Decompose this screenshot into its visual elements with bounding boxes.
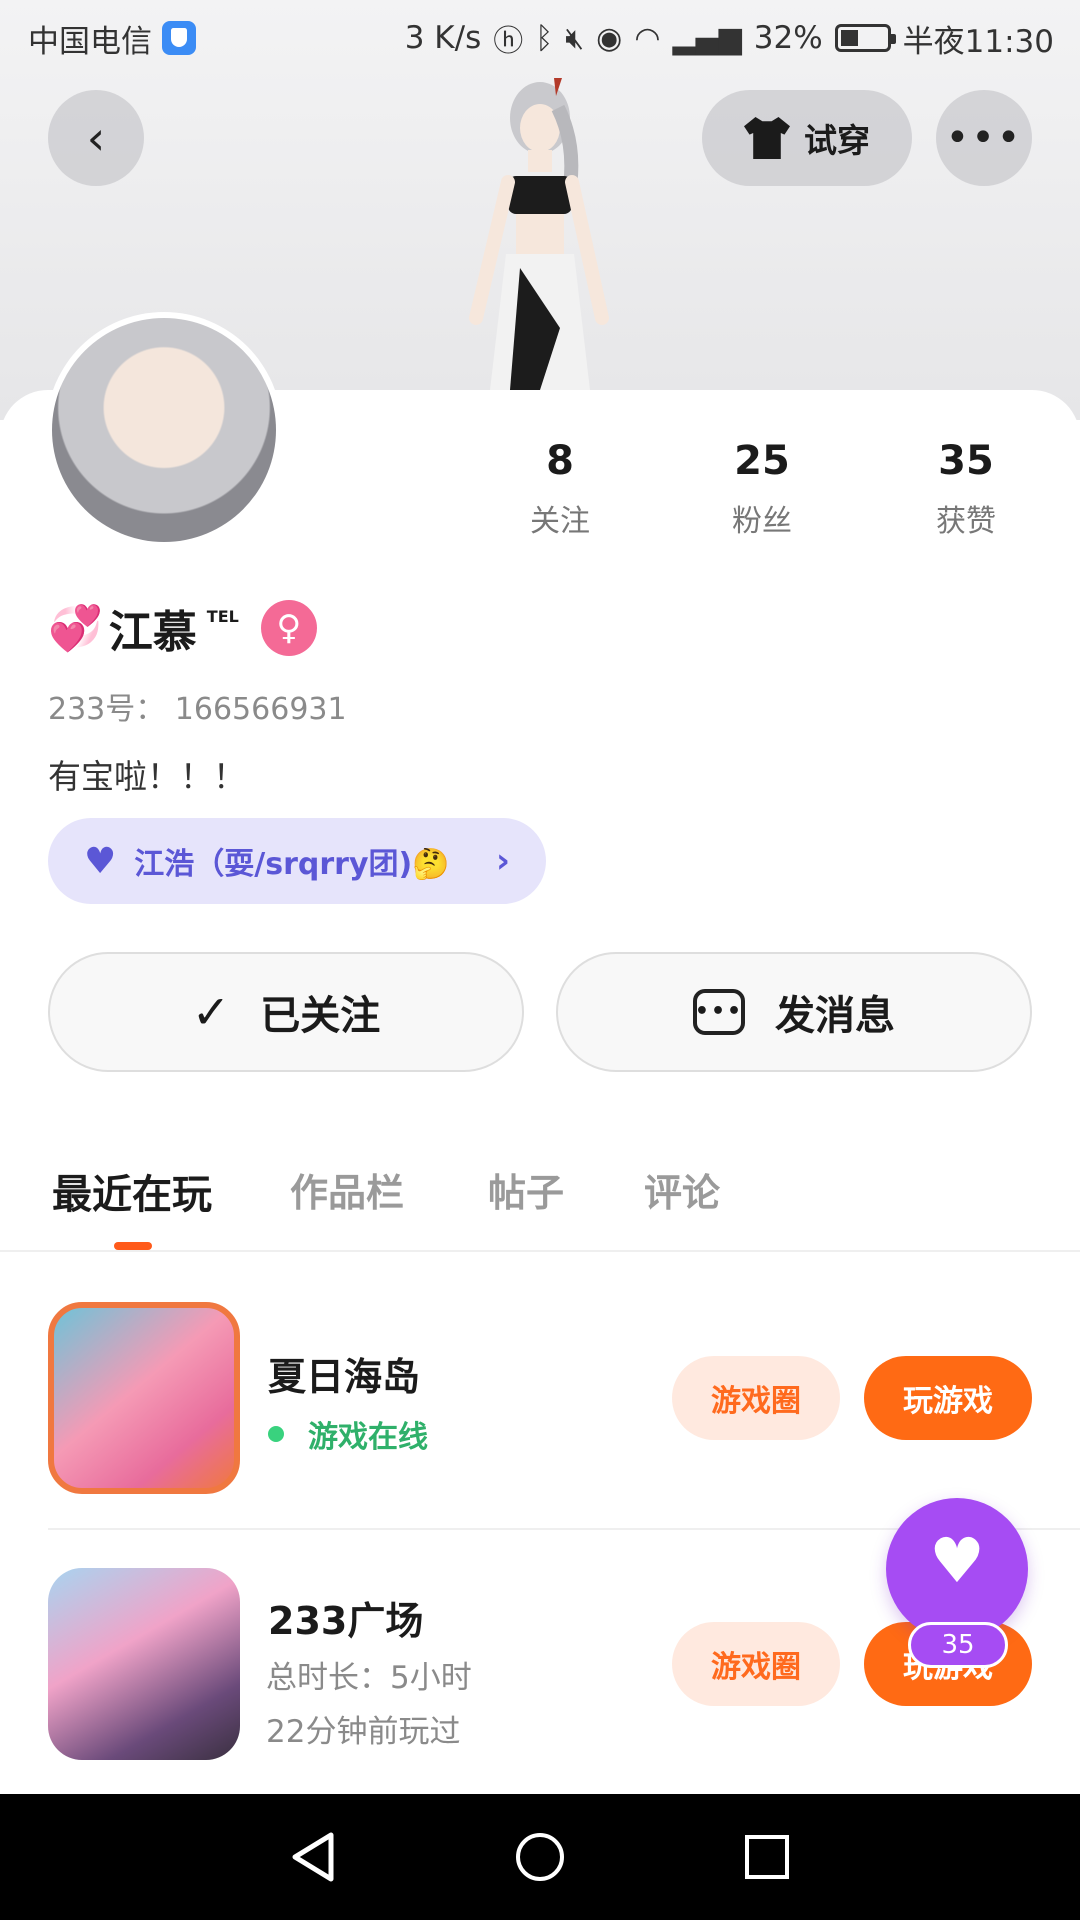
profile-tabs: 最近在玩 作品栏 帖子 评论: [0, 1146, 1080, 1252]
chevron-left-icon: ‹: [86, 111, 106, 165]
online-status: 游戏在线: [268, 1412, 428, 1456]
game-circle-button[interactable]: 游戏圈: [672, 1356, 840, 1440]
message-label: 发消息: [775, 993, 895, 1039]
chevron-right-icon: ›: [495, 841, 510, 881]
like-count: 35: [908, 1622, 1008, 1668]
name-row: 💞 江慕 TEL ♀: [48, 596, 317, 660]
battery-icon: [834, 24, 896, 52]
back-button[interactable]: ‹: [48, 90, 144, 186]
signal-icon: ▂▄▆: [672, 20, 742, 56]
eye-icon: ◉: [596, 20, 623, 56]
try-on-button[interactable]: 试穿: [702, 90, 912, 186]
more-button[interactable]: •••: [936, 90, 1032, 186]
online-dot-icon: [268, 1426, 284, 1442]
hearts-badge-icon: 💞: [48, 603, 103, 654]
stat-label: 关注: [530, 504, 590, 539]
avatar-image: [52, 318, 276, 542]
name-suffix: TEL: [206, 606, 239, 626]
nav-back-button[interactable]: [283, 1827, 343, 1887]
like-button[interactable]: ♥ 35: [886, 1498, 1028, 1668]
game-title: 233广场: [268, 1599, 424, 1643]
heart-icon: ♥: [929, 1523, 985, 1597]
female-icon: ♀: [260, 600, 317, 656]
game-icon[interactable]: [48, 1568, 240, 1760]
nav-home-button[interactable]: [510, 1827, 570, 1887]
status-bar: 中国电信 3 K/s ⓗ ᛒ 🔇︎ ◉ ◠ ▂▄▆ 32% 半夜11:30: [0, 0, 1080, 76]
tab-works[interactable]: 作品栏: [290, 1162, 404, 1217]
game-circle-button[interactable]: 游戏圈: [672, 1622, 840, 1706]
circle-home-icon: [515, 1833, 564, 1881]
shirt-icon: [744, 117, 790, 159]
shield-icon: [162, 21, 196, 55]
tab-indicator: [114, 1242, 152, 1250]
more-dots-icon: •••: [945, 115, 1023, 161]
square-recents-icon: [744, 1835, 789, 1879]
stat-fans[interactable]: 25 粉丝: [682, 438, 842, 540]
avatar-3d-figure[interactable]: [440, 78, 640, 390]
check-icon: ✓: [191, 985, 231, 1039]
clock: 半夜11:30: [902, 23, 1054, 60]
heart-icon: ♥: [84, 840, 117, 882]
carrier-label: 中国电信: [28, 23, 152, 60]
relationship-label: 江浩（耍/srqrry团)🤔: [134, 847, 450, 882]
game-row[interactable]: 夏日海岛 游戏在线 游戏圈 玩游戏: [0, 1302, 1080, 1502]
user-name: 江慕: [108, 607, 197, 658]
network-speed: 3 K/s: [404, 20, 482, 56]
user-bio: 有宝啦！！！: [48, 757, 246, 796]
bluetooth-icon: ᛒ: [535, 20, 554, 56]
mute-icon: 🔇︎: [565, 20, 585, 56]
game-icon[interactable]: [48, 1302, 240, 1494]
stat-label: 粉丝: [732, 504, 792, 539]
stat-label: 获赞: [936, 504, 996, 539]
game-title: 夏日海岛: [268, 1355, 421, 1399]
tab-recent-played[interactable]: 最近在玩: [52, 1162, 212, 1220]
user-id: 233号： 166566931: [48, 692, 347, 727]
relationship-pill[interactable]: ♥ 江浩（耍/srqrry团)🤔 ›: [48, 818, 546, 904]
system-nav-bar: [0, 1794, 1080, 1920]
last-played: 22分钟前玩过: [266, 1714, 461, 1750]
play-game-button[interactable]: 玩游戏: [864, 1356, 1032, 1440]
stat-value: 8: [546, 438, 574, 484]
chat-bubble-icon: •••: [693, 989, 745, 1035]
stat-following[interactable]: 8 关注: [480, 438, 640, 540]
tab-comments[interactable]: 评论: [644, 1162, 720, 1217]
stat-value: 35: [938, 438, 994, 484]
try-on-label: 试穿: [804, 121, 870, 160]
tab-posts[interactable]: 帖子: [488, 1162, 564, 1217]
hd-icon: ⓗ: [493, 24, 524, 59]
stat-likes[interactable]: 35 获赞: [886, 438, 1046, 540]
stat-value: 25: [734, 438, 790, 484]
wifi-icon: ◠: [634, 20, 661, 56]
nav-recents-button[interactable]: [737, 1827, 797, 1887]
battery-percent: 32%: [753, 20, 823, 56]
play-duration: 总时长：5小时: [266, 1660, 472, 1696]
follow-label: 已关注: [260, 993, 381, 1039]
triangle-back-icon: [292, 1832, 334, 1882]
online-label: 游戏在线: [308, 1420, 428, 1455]
message-button[interactable]: ••• 发消息: [556, 952, 1032, 1072]
avatar[interactable]: [46, 312, 282, 548]
follow-button[interactable]: ✓ 已关注: [48, 952, 524, 1072]
